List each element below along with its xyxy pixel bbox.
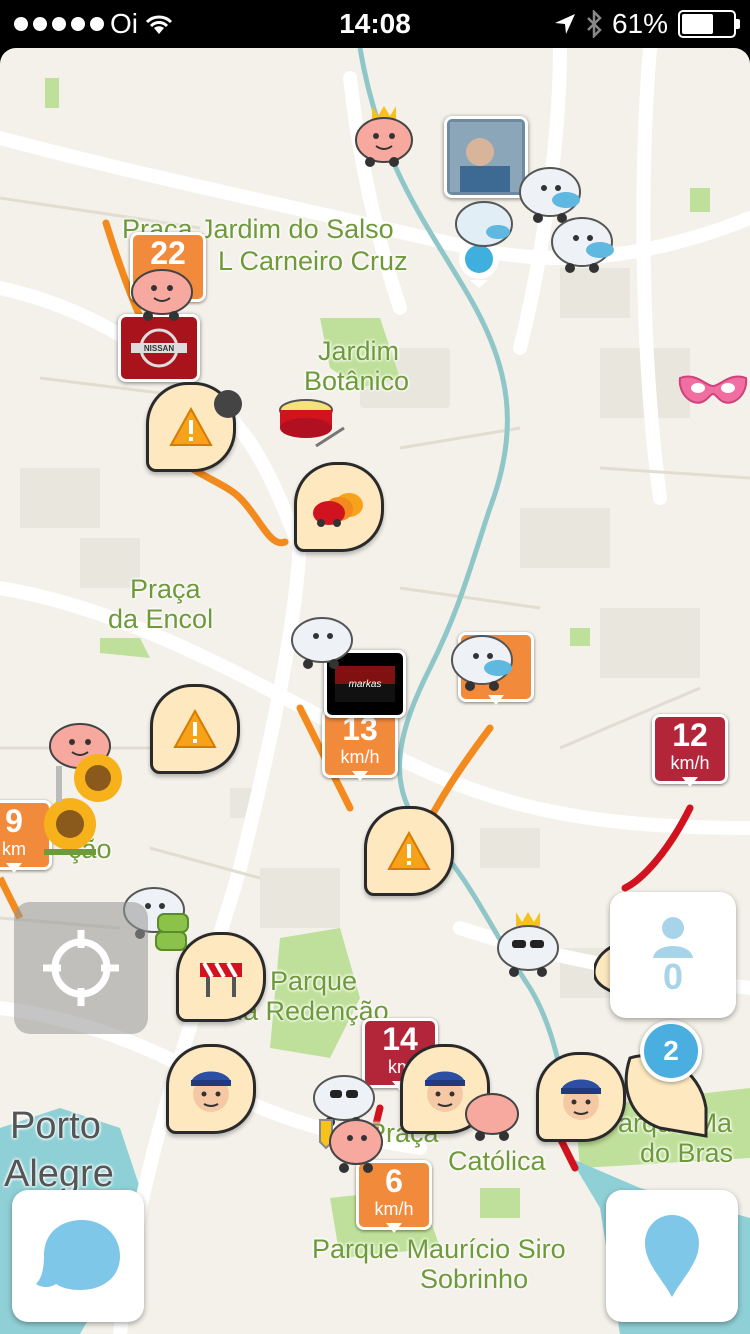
place-label: da Encol	[108, 604, 214, 634]
police-icon	[191, 1071, 231, 1112]
warning-icon	[173, 709, 217, 748]
wazer-sunflower-icon[interactable]	[36, 748, 132, 868]
svg-text:markas: markas	[349, 679, 382, 690]
wazer-sunglasses-icon[interactable]	[490, 910, 566, 982]
place-label: L Carneiro Cruz	[218, 246, 408, 276]
report-button[interactable]	[606, 1190, 738, 1322]
place-label: do Bras	[640, 1138, 734, 1168]
waze-menu-icon	[36, 1220, 120, 1290]
bluetooth-icon	[587, 10, 602, 38]
wazer-crown-icon[interactable]	[348, 102, 418, 172]
traffic-speed-marker[interactable]: 13 km/h	[322, 708, 398, 781]
map-view[interactable]: Praça Jardim do Salso L Carneiro Cruz Ja…	[0, 48, 750, 1334]
wazer-icon	[214, 390, 242, 418]
place-label: Praça	[130, 574, 201, 604]
place-label: Sobrinho	[420, 1264, 529, 1294]
nissan-brand-pin[interactable]: NISSAN	[118, 314, 200, 382]
person-icon	[653, 917, 693, 958]
nissan-logo-icon: NISSAN	[131, 328, 187, 368]
carnival-mask-icon[interactable]	[676, 368, 750, 412]
report-pin-icon	[645, 1215, 699, 1297]
wazer-pacifier-icon[interactable]	[548, 212, 620, 276]
group-count-badge[interactable]: 2	[640, 1020, 702, 1082]
place-label: Parque Maurício Siro	[312, 1234, 566, 1264]
wazer-pacifier-icon[interactable]	[448, 630, 518, 694]
wazer-icon[interactable]	[126, 264, 196, 324]
place-label: Parque	[270, 966, 358, 996]
warning-icon	[387, 831, 431, 870]
place-label: Jardim	[318, 336, 400, 366]
traffic-speed-marker[interactable]: 12 km/h	[652, 714, 728, 787]
recenter-button[interactable]	[14, 902, 148, 1034]
police-report-pin[interactable]	[166, 1044, 256, 1134]
battery-icon	[678, 10, 740, 38]
traffic-jam-report-pin[interactable]	[294, 462, 384, 552]
warning-icon	[169, 407, 213, 446]
main-menu-button[interactable]	[12, 1190, 144, 1322]
user-photo-icon	[450, 122, 522, 192]
hazard-report-pin[interactable]	[364, 806, 454, 896]
battery-percent: 61%	[611, 8, 668, 39]
traffic-jam-icon	[313, 493, 363, 527]
city-label: Porto	[10, 1105, 101, 1147]
police-icon	[561, 1079, 601, 1120]
online-users-button[interactable]: 0	[610, 892, 736, 1018]
location-arrow-icon	[554, 14, 575, 34]
wazer-icon[interactable]	[286, 612, 356, 672]
place-label: Católica	[448, 1146, 546, 1176]
status-bar: Oi 14:08 61%	[0, 0, 750, 48]
road-barrier-icon	[200, 962, 242, 997]
wazer-knight-icon[interactable]	[316, 1112, 386, 1176]
wazer-icon[interactable]	[460, 1088, 520, 1144]
crosshair-icon	[43, 930, 119, 1006]
online-users-count: 0	[662, 956, 684, 997]
wazer-pacifier-icon[interactable]	[452, 196, 516, 252]
status-right: 61%	[554, 8, 740, 40]
chat-bubble-icon	[155, 913, 189, 951]
svg-text:NISSAN: NISSAN	[144, 344, 174, 353]
drum-icon	[279, 399, 345, 448]
hazard-report-pin[interactable]	[150, 684, 240, 774]
police-report-pin[interactable]	[536, 1052, 626, 1142]
